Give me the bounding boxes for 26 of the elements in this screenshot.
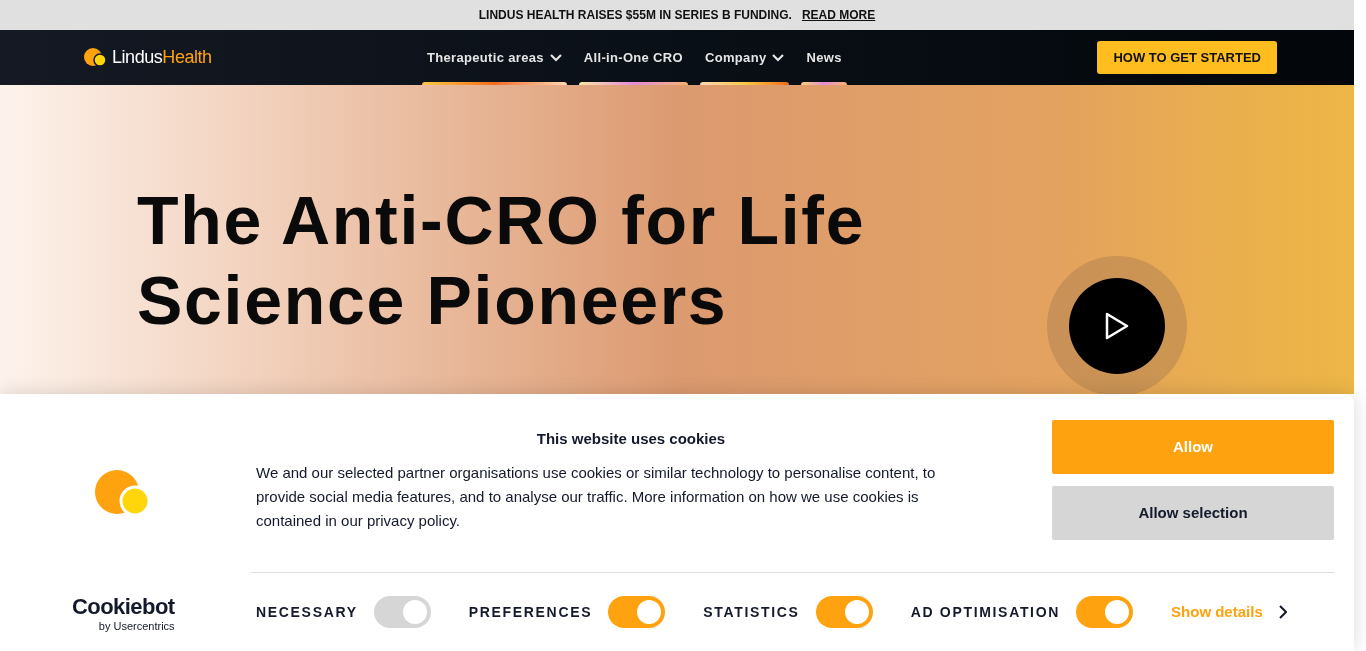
nav-link[interactable]: Therapeutic areas	[422, 30, 567, 85]
toggle-switch[interactable]	[1076, 596, 1134, 628]
hero-title: The Anti-CRO for Life Science Pioneers	[137, 180, 867, 340]
toggle-label: AD OPTIMISATION	[910, 602, 1061, 622]
get-started-button[interactable]: HOW TO GET STARTED	[1097, 41, 1277, 74]
cookie-description: We and our selected partner organisations use cookies or similar technology to personalise content, to provide social media features, and to analyse our traffic. More information on how we use cookies is contained in our privacy policy.	[255, 462, 937, 531]
nav-link[interactable]: All-in-One CRO	[578, 30, 688, 85]
toggle-label: NECESSARY	[256, 602, 358, 622]
allow-selection-button[interactable]: Allow selection	[1052, 486, 1334, 540]
read-more-link[interactable]: READ MORE	[801, 6, 876, 24]
play-icon	[1104, 312, 1130, 340]
announcement-text: LINDUS HEALTH RAISES $55M IN SERIES B FUNDING.	[478, 7, 792, 24]
chevron-down-icon	[772, 53, 785, 62]
cookie-title: This website uses cookies	[535, 429, 727, 449]
toggle-label: STATISTICS	[703, 602, 800, 622]
nav-link[interactable]: Company	[699, 30, 790, 85]
toggle-switch[interactable]	[815, 596, 873, 628]
cookiebot-logo: Cookiebot	[72, 596, 175, 618]
toggle-switch[interactable]	[608, 596, 666, 628]
cookiebot-tagline: by Usercentrics	[98, 619, 175, 634]
chevron-right-icon	[1278, 605, 1287, 619]
toggle-label: PREFERENCES	[468, 602, 593, 622]
logo-icon	[84, 47, 108, 68]
nav-link[interactable]: News	[801, 30, 847, 85]
chevron-down-icon	[549, 53, 562, 62]
logo-wordmark: LindusHealth	[112, 46, 212, 69]
